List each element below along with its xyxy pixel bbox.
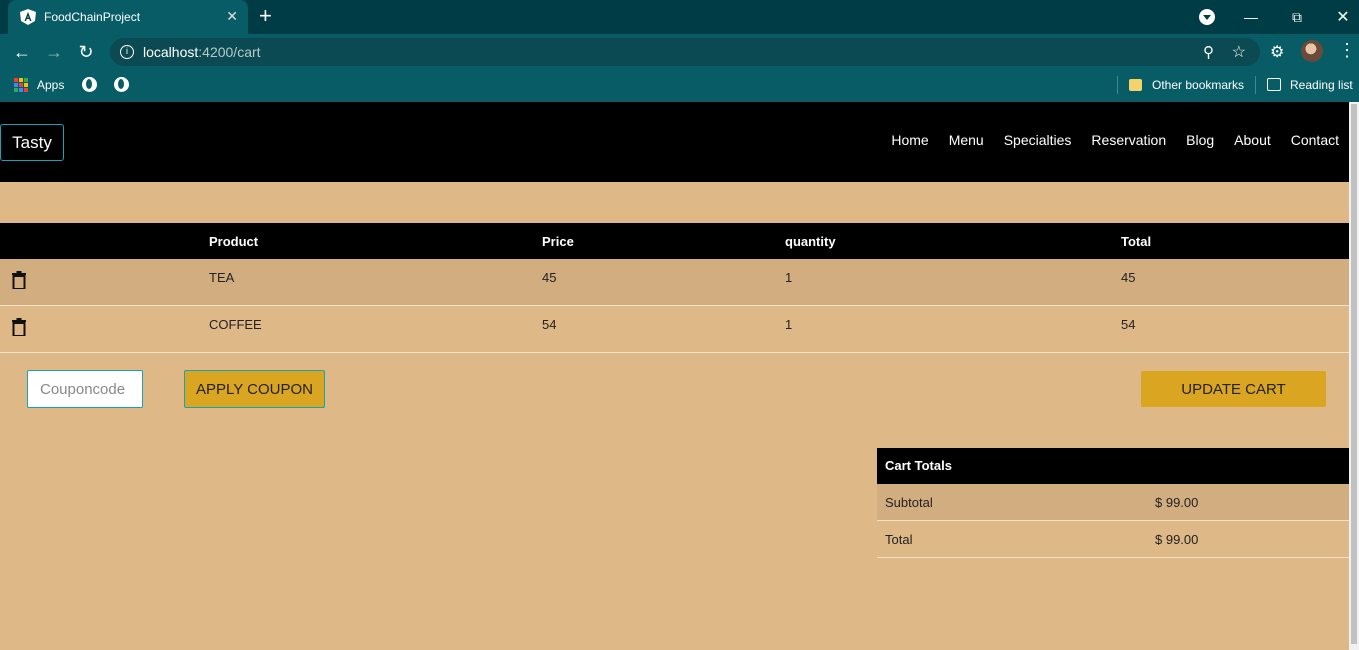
- nav-home[interactable]: Home: [891, 132, 928, 148]
- cell-product: TEA: [209, 270, 235, 285]
- total-label: Total: [885, 532, 913, 547]
- cell-price: 54: [542, 317, 557, 332]
- header-total: Total: [1121, 234, 1152, 249]
- page-content: Tasty Home Menu Specialties Reservation …: [0, 102, 1349, 650]
- subtotal-label: Subtotal: [885, 495, 933, 510]
- bookmarks-bar: Apps Other bookmarks Reading list: [0, 70, 1359, 102]
- browser-toolbar: ← → ↻ i localhost:4200/cart ⚲ ☆ ⚙ ⋮: [0, 34, 1359, 70]
- url-text: localhost:4200/cart: [143, 44, 261, 60]
- nav-reservation[interactable]: Reservation: [1091, 132, 1166, 148]
- browser-tab-bar: FoodChainProject ✕ + — ⧉ ✕: [0, 0, 1359, 34]
- total-row: Total $ 99.00: [877, 521, 1349, 558]
- subtotal-row: Subtotal $ 99.00: [877, 484, 1349, 521]
- cell-total: 54: [1121, 317, 1136, 332]
- nav-contact[interactable]: Contact: [1291, 132, 1339, 148]
- cart-totals-table: Cart Totals Subtotal $ 99.00 Total $ 99.…: [877, 448, 1349, 558]
- browser-menu-icon[interactable]: ⋮: [1338, 40, 1356, 61]
- cell-quantity: 1: [785, 317, 793, 332]
- cell-price: 45: [542, 270, 557, 285]
- back-icon[interactable]: ←: [10, 40, 34, 64]
- apps-icon[interactable]: [14, 78, 28, 92]
- nav-menu[interactable]: Menu: [949, 132, 984, 148]
- browser-tab[interactable]: FoodChainProject ✕: [8, 0, 248, 34]
- brand-logo[interactable]: Tasty: [0, 124, 64, 161]
- apps-bookmark[interactable]: Apps: [37, 78, 64, 92]
- folder-icon: [1129, 79, 1142, 91]
- cart-table-header: Product Price quantity Total: [0, 223, 1349, 259]
- reading-list-icon: [1267, 78, 1281, 91]
- site-info-icon[interactable]: i: [120, 45, 134, 59]
- angular-icon: [20, 9, 36, 25]
- globe-icon[interactable]: [114, 77, 129, 92]
- cart-totals-title: Cart Totals: [877, 448, 1349, 484]
- header-product: Product: [209, 234, 259, 249]
- trash-icon[interactable]: [12, 318, 26, 336]
- header-quantity: quantity: [785, 234, 836, 249]
- reload-icon[interactable]: ↻: [74, 40, 98, 64]
- globe-icon[interactable]: [82, 77, 97, 92]
- cell-product: COFFEE: [209, 317, 262, 332]
- zoom-icon[interactable]: ⚲: [1203, 43, 1214, 61]
- cell-total: 45: [1121, 270, 1136, 285]
- site-navbar: Tasty Home Menu Specialties Reservation …: [0, 102, 1349, 182]
- other-bookmarks[interactable]: Other bookmarks: [1152, 78, 1244, 92]
- profile-avatar[interactable]: [1301, 40, 1323, 62]
- nav-specialties[interactable]: Specialties: [1004, 132, 1072, 148]
- cell-quantity: 1: [785, 270, 793, 285]
- reading-list[interactable]: Reading list: [1290, 78, 1353, 92]
- minimize-icon[interactable]: —: [1228, 0, 1274, 34]
- nav-about[interactable]: About: [1234, 132, 1271, 148]
- tab-search-icon[interactable]: [1199, 9, 1215, 25]
- bookmark-divider: [1255, 76, 1256, 94]
- new-tab-icon[interactable]: +: [259, 5, 272, 27]
- forward-icon[interactable]: →: [42, 40, 66, 64]
- header-price: Price: [542, 234, 574, 249]
- close-tab-icon[interactable]: ✕: [226, 8, 238, 25]
- apply-coupon-button[interactable]: APPLY COUPON: [184, 370, 325, 408]
- trash-icon[interactable]: [12, 271, 26, 289]
- subtotal-value: $ 99.00: [1155, 495, 1199, 510]
- table-row: TEA 45 1 45: [0, 259, 1349, 306]
- cart-table: Product Price quantity Total TEA 45 1 45…: [0, 223, 1349, 353]
- extensions-icon[interactable]: ⚙: [1270, 42, 1284, 62]
- scrollbar-thumb[interactable]: [1351, 104, 1357, 644]
- close-window-icon[interactable]: ✕: [1320, 0, 1359, 34]
- page-scrollbar[interactable]: [1349, 102, 1359, 650]
- total-value: $ 99.00: [1155, 532, 1199, 547]
- nav-links: Home Menu Specialties Reservation Blog A…: [891, 132, 1349, 148]
- tab-title: FoodChainProject: [44, 10, 141, 24]
- coupon-code-input[interactable]: [27, 370, 143, 408]
- update-cart-button[interactable]: UPDATE CART: [1141, 371, 1326, 407]
- bookmark-star-icon[interactable]: ☆: [1232, 42, 1246, 62]
- table-row: COFFEE 54 1 54: [0, 306, 1349, 353]
- bookmark-divider: [1117, 76, 1118, 94]
- restore-icon[interactable]: ⧉: [1274, 0, 1320, 34]
- nav-blog[interactable]: Blog: [1186, 132, 1214, 148]
- address-bar[interactable]: i localhost:4200/cart ⚲ ☆: [110, 38, 1260, 66]
